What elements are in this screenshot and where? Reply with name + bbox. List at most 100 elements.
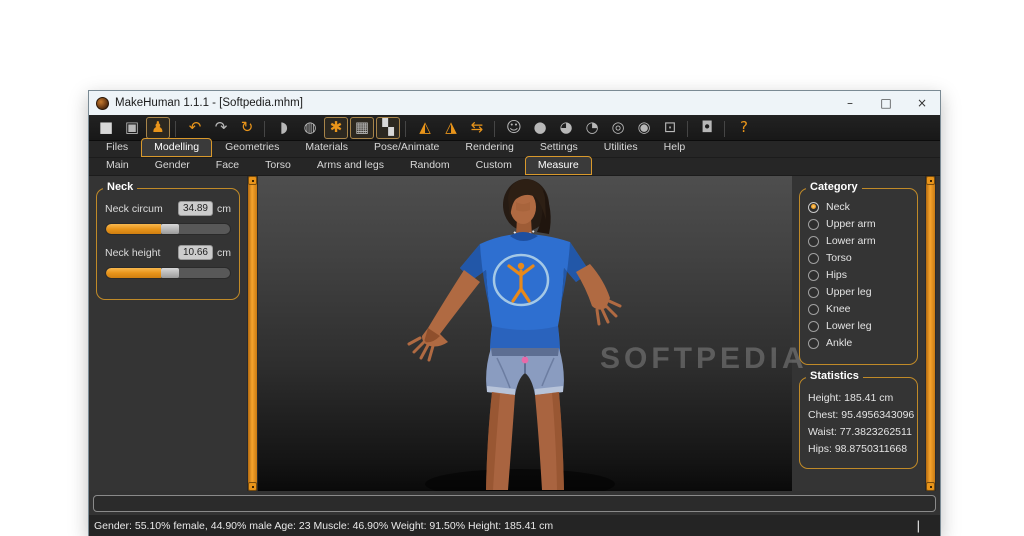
help-icon[interactable]: ? — [732, 117, 756, 139]
radio-label: Lower arm — [826, 235, 876, 247]
symmetry-both-icon[interactable]: ⇆ — [465, 117, 495, 139]
maximize-button[interactable]: □ — [868, 91, 904, 115]
radio-button[interactable] — [808, 337, 819, 349]
slider-value-field[interactable]: 10.66 — [177, 245, 213, 260]
right-scrollbar-thumb[interactable] — [926, 177, 935, 490]
slider-track[interactable] — [105, 267, 231, 279]
subtab-random[interactable]: Random — [397, 156, 463, 175]
neck-groupbox: Neck Neck circum 34.89 cm Neck height 10… — [96, 181, 240, 300]
tab-pose-animate[interactable]: Pose/Animate — [361, 138, 452, 157]
save-icon[interactable]: ▣ — [120, 117, 144, 139]
subtab-torso[interactable]: Torso — [252, 156, 304, 175]
statistic-line: Chest: 95.4956343096 — [808, 409, 915, 421]
view-head-left-icon[interactable]: ◔ — [580, 117, 604, 139]
wireframe-icon[interactable]: ◍ — [298, 117, 322, 139]
radio-label: Hips — [826, 269, 848, 281]
smooth-icon[interactable]: ◗ — [272, 117, 296, 139]
background-checker-icon[interactable]: ▚ — [376, 116, 406, 139]
tab-utilities[interactable]: Utilities — [591, 138, 651, 157]
radio-neck[interactable]: Neck — [808, 201, 909, 213]
left-scrollbar-bottom-cap[interactable] — [248, 482, 257, 491]
tab-help[interactable]: Help — [651, 138, 699, 157]
radio-label: Knee — [826, 303, 851, 315]
radio-hips[interactable]: Hips — [808, 269, 909, 281]
redo-icon[interactable]: ↷ — [209, 117, 233, 139]
new-document-icon[interactable]: ■ — [94, 117, 118, 139]
radio-upper-leg[interactable]: Upper leg — [808, 286, 909, 298]
radio-button[interactable] — [808, 286, 819, 298]
close-button[interactable]: × — [904, 91, 940, 115]
view-head-back-icon[interactable]: ◎ — [606, 117, 630, 139]
radio-button[interactable] — [808, 303, 819, 315]
view-frame-icon[interactable]: ⊡ — [658, 117, 688, 139]
load-icon[interactable]: ♟ — [146, 116, 176, 139]
minimize-button[interactable]: – — [832, 91, 868, 115]
statistics-groupbox: Statistics Height: 185.41 cm Chest: 95.4… — [799, 370, 918, 469]
slider-handle[interactable] — [160, 268, 179, 278]
pose-grid-icon[interactable]: ▦ — [350, 116, 374, 139]
statistic-line: Hips: 98.8750311668 — [808, 443, 908, 455]
title-bar[interactable]: MakeHuman 1.1.1 - [Softpedia.mhm] – □ × — [89, 91, 940, 115]
app-logo-icon — [96, 96, 109, 110]
subtab-custom[interactable]: Custom — [463, 156, 525, 175]
radio-button[interactable] — [808, 269, 819, 281]
slider-fill — [106, 224, 161, 234]
radio-button[interactable] — [808, 252, 819, 264]
view-head-front-icon[interactable]: ● — [528, 117, 552, 139]
symmetry-left-icon[interactable]: ◮ — [439, 117, 463, 139]
window-title: MakeHuman 1.1.1 - [Softpedia.mhm] — [115, 97, 303, 109]
radio-label: Torso — [826, 252, 852, 264]
right-scrollbar-bottom-cap[interactable] — [926, 482, 935, 491]
subtab-gender[interactable]: Gender — [142, 156, 203, 175]
radio-knee[interactable]: Knee — [808, 303, 909, 315]
subtab-measure[interactable]: Measure — [524, 156, 592, 175]
status-caret: | — [916, 518, 920, 533]
category-groupbox: Category Neck Upper arm Lower arm Torso … — [799, 181, 918, 365]
view-face-icon[interactable]: ☺ — [502, 117, 526, 139]
progress-bar — [93, 494, 936, 512]
subtab-main[interactable]: Main — [93, 156, 142, 175]
radio-label: Lower leg — [826, 320, 872, 332]
tab-materials[interactable]: Materials — [292, 138, 361, 157]
left-scrollbar-thumb[interactable] — [248, 177, 257, 490]
slider-handle[interactable] — [160, 224, 179, 234]
radio-lower-arm[interactable]: Lower arm — [808, 235, 909, 247]
reset-icon[interactable]: ↻ — [235, 117, 265, 139]
tab-files[interactable]: Files — [93, 138, 141, 157]
status-text: Gender: 55.10% female, 44.90% male Age: … — [94, 520, 554, 532]
left-scrollbar-top-cap[interactable] — [248, 176, 257, 185]
radio-button[interactable] — [808, 320, 819, 332]
tab-geometries[interactable]: Geometries — [212, 138, 292, 157]
neck-group-title: Neck — [103, 181, 138, 193]
view-head-right-icon[interactable]: ◕ — [554, 117, 578, 139]
slider-fill — [106, 268, 161, 278]
radio-ankle[interactable]: Ankle — [808, 337, 909, 349]
subtab-face[interactable]: Face — [203, 156, 252, 175]
content-area: Neck Neck circum 34.89 cm Neck height 10… — [89, 176, 940, 491]
radio-button[interactable] — [808, 218, 819, 230]
sub-tab-row: Main Gender Face Torso Arms and legs Ran… — [89, 156, 940, 176]
slider-label: Neck circum — [105, 202, 163, 215]
tab-settings[interactable]: Settings — [527, 138, 591, 157]
radio-button[interactable] — [808, 201, 819, 213]
slider-track[interactable] — [105, 223, 231, 235]
radio-torso[interactable]: Torso — [808, 252, 909, 264]
right-scrollbar-top-cap[interactable] — [926, 176, 935, 185]
left-panel-scrollbar[interactable] — [247, 176, 258, 491]
statistic-line: Waist: 77.3823262511 — [808, 426, 912, 438]
radio-lower-leg[interactable]: Lower leg — [808, 320, 909, 332]
subtab-arms-legs[interactable]: Arms and legs — [304, 156, 397, 175]
radio-upper-arm[interactable]: Upper arm — [808, 218, 909, 230]
symmetry-right-icon[interactable]: ◭ — [413, 117, 437, 139]
skeleton-icon[interactable]: ✱ — [324, 116, 348, 139]
right-panel-scrollbar[interactable] — [925, 176, 936, 491]
radio-button[interactable] — [808, 235, 819, 247]
tab-rendering[interactable]: Rendering — [452, 138, 526, 157]
tab-modelling[interactable]: Modelling — [141, 138, 213, 157]
undo-icon[interactable]: ↶ — [183, 117, 207, 139]
viewport-3d[interactable] — [258, 176, 792, 491]
grab-screen-icon[interactable]: ◘ — [695, 117, 725, 139]
neck-height-slider: Neck height 10.66 cm — [105, 245, 231, 279]
view-body-pair-icon[interactable]: ◉ — [632, 117, 656, 139]
slider-value-field[interactable]: 34.89 — [177, 201, 213, 216]
